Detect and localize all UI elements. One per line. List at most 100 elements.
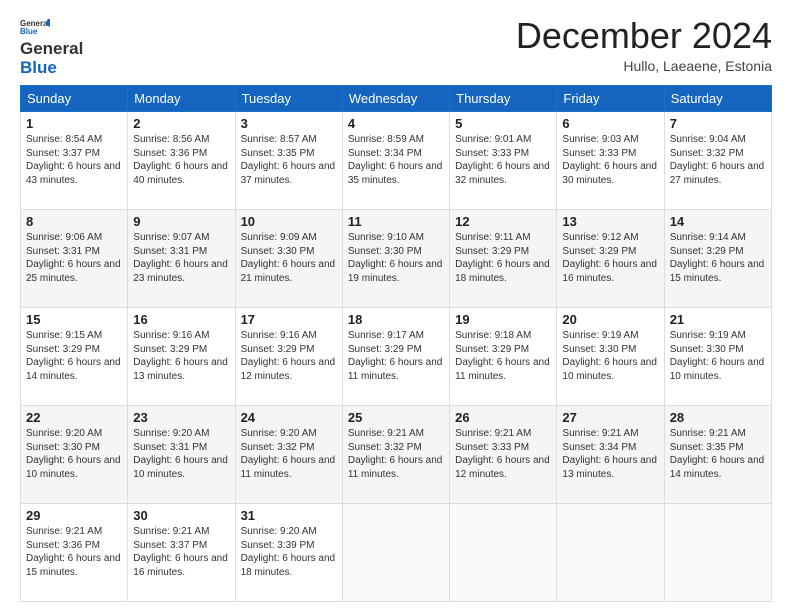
table-row: 21 Sunrise: 9:19 AMSunset: 3:30 PMDayligh… [664,308,771,406]
day-info: Sunrise: 9:16 AMSunset: 3:29 PMDaylight:… [133,329,229,383]
day-number: 17 [241,312,337,327]
calendar-week-4: 22 Sunrise: 9:20 AMSunset: 3:30 PMDayligh… [21,406,772,504]
day-info: Sunrise: 9:03 AMSunset: 3:33 PMDaylight:… [562,133,658,187]
day-info: Sunrise: 9:10 AMSunset: 3:30 PMDaylight:… [348,231,444,285]
day-number: 18 [348,312,444,327]
table-row: 8Sunrise: 9:06 AMSunset: 3:31 PMDaylight… [21,210,128,308]
location: Hullo, Laeaene, Estonia [516,58,772,74]
day-number: 9 [133,214,229,229]
day-number: 10 [241,214,337,229]
table-row [342,504,449,602]
day-info: Sunrise: 9:21 AMSunset: 3:34 PMDaylight:… [562,427,658,481]
day-info: Sunrise: 9:11 AMSunset: 3:29 PMDaylight:… [455,231,551,285]
day-info: Sunrise: 9:20 AMSunset: 3:31 PMDaylight:… [133,427,229,481]
logo-icon: General Blue [20,18,50,36]
table-row: 26Sunrise: 9:21 AMSunset: 3:33 PMDayligh… [450,406,557,504]
col-sunday: Sunday [21,86,128,112]
day-number: 3 [241,116,337,131]
day-number: 7 [670,116,766,131]
calendar-header-row: Sunday Monday Tuesday Wednesday Thursday… [21,86,772,112]
table-row: 1Sunrise: 8:54 AMSunset: 3:37 PMDaylight… [21,112,128,210]
day-number: 23 [133,410,229,425]
day-info: Sunrise: 9:14 AMSunset: 3:29 PMDaylight:… [670,231,766,285]
table-row: 19 Sunrise: 9:18 AMSunset: 3:29 PMDayligh… [450,308,557,406]
table-row: 7 Sunrise: 9:04 AMSunset: 3:32 PMDaylight… [664,112,771,210]
day-number: 21 [670,312,766,327]
day-info: Sunrise: 8:57 AMSunset: 3:35 PMDaylight:… [241,133,337,187]
col-monday: Monday [128,86,235,112]
svg-text:Blue: Blue [20,27,38,36]
header: General Blue General Blue December 2024 … [20,16,772,77]
page: General Blue General Blue December 2024 … [0,0,792,612]
table-row: 30 Sunrise: 9:21 AMSunset: 3:37 PMDayligh… [128,504,235,602]
table-row [450,504,557,602]
table-row: 17 Sunrise: 9:16 AMSunset: 3:29 PMDayligh… [235,308,342,406]
table-row: 23 Sunrise: 9:20 AMSunset: 3:31 PMDayligh… [128,406,235,504]
day-info: Sunrise: 9:21 AMSunset: 3:35 PMDaylight:… [670,427,766,481]
day-info: Sunrise: 9:17 AMSunset: 3:29 PMDaylight:… [348,329,444,383]
day-info: Sunrise: 9:20 AMSunset: 3:30 PMDaylight:… [26,427,122,481]
day-number: 1 [26,116,122,131]
day-info: Sunrise: 8:56 AMSunset: 3:36 PMDaylight:… [133,133,229,187]
calendar-week-5: 29 Sunrise: 9:21 AMSunset: 3:36 PMDayligh… [21,504,772,602]
day-number: 15 [26,312,122,327]
table-row: 10Sunrise: 9:09 AMSunset: 3:30 PMDayligh… [235,210,342,308]
day-number: 12 [455,214,551,229]
day-info: Sunrise: 9:04 AMSunset: 3:32 PMDaylight:… [670,133,766,187]
day-number: 27 [562,410,658,425]
logo-general: General [20,39,83,58]
table-row: 24 Sunrise: 9:20 AMSunset: 3:32 PMDayligh… [235,406,342,504]
day-number: 30 [133,508,229,523]
day-info: Sunrise: 9:21 AMSunset: 3:32 PMDaylight:… [348,427,444,481]
logo: General Blue General Blue [20,16,83,77]
day-info: Sunrise: 9:18 AMSunset: 3:29 PMDaylight:… [455,329,551,383]
table-row: 20 Sunrise: 9:19 AMSunset: 3:30 PMDayligh… [557,308,664,406]
day-info: Sunrise: 9:21 AMSunset: 3:36 PMDaylight:… [26,525,122,579]
calendar-week-1: 1Sunrise: 8:54 AMSunset: 3:37 PMDaylight… [21,112,772,210]
day-number: 29 [26,508,122,523]
day-number: 25 [348,410,444,425]
col-tuesday: Tuesday [235,86,342,112]
calendar-table: Sunday Monday Tuesday Wednesday Thursday… [20,85,772,602]
month-title: December 2024 [516,16,772,56]
day-number: 13 [562,214,658,229]
day-info: Sunrise: 9:20 AMSunset: 3:32 PMDaylight:… [241,427,337,481]
day-number: 11 [348,214,444,229]
day-info: Sunrise: 9:19 AMSunset: 3:30 PMDaylight:… [670,329,766,383]
table-row: 27 Sunrise: 9:21 AMSunset: 3:34 PMDayligh… [557,406,664,504]
table-row: 22 Sunrise: 9:20 AMSunset: 3:30 PMDayligh… [21,406,128,504]
table-row: 18 Sunrise: 9:17 AMSunset: 3:29 PMDayligh… [342,308,449,406]
day-number: 5 [455,116,551,131]
table-row: 14Sunrise: 9:14 AMSunset: 3:29 PMDayligh… [664,210,771,308]
day-info: Sunrise: 9:07 AMSunset: 3:31 PMDaylight:… [133,231,229,285]
day-info: Sunrise: 9:19 AMSunset: 3:30 PMDaylight:… [562,329,658,383]
day-number: 24 [241,410,337,425]
col-friday: Friday [557,86,664,112]
day-info: Sunrise: 9:21 AMSunset: 3:37 PMDaylight:… [133,525,229,579]
table-row: 31Sunrise: 9:20 AMSunset: 3:39 PMDayligh… [235,504,342,602]
table-row: 28 Sunrise: 9:21 AMSunset: 3:35 PMDayligh… [664,406,771,504]
day-info: Sunrise: 9:01 AMSunset: 3:33 PMDaylight:… [455,133,551,187]
calendar-week-3: 15 Sunrise: 9:15 AMSunset: 3:29 PMDayligh… [21,308,772,406]
calendar-week-2: 8Sunrise: 9:06 AMSunset: 3:31 PMDaylight… [21,210,772,308]
table-row: 4 Sunrise: 8:59 AMSunset: 3:34 PMDaylight… [342,112,449,210]
table-row: 16Sunrise: 9:16 AMSunset: 3:29 PMDayligh… [128,308,235,406]
day-number: 20 [562,312,658,327]
table-row: 11 Sunrise: 9:10 AMSunset: 3:30 PMDayligh… [342,210,449,308]
table-row: 29 Sunrise: 9:21 AMSunset: 3:36 PMDayligh… [21,504,128,602]
day-info: Sunrise: 9:06 AMSunset: 3:31 PMDaylight:… [26,231,122,285]
day-number: 28 [670,410,766,425]
day-info: Sunrise: 9:21 AMSunset: 3:33 PMDaylight:… [455,427,551,481]
day-number: 31 [241,508,337,523]
day-number: 22 [26,410,122,425]
table-row: 9 Sunrise: 9:07 AMSunset: 3:31 PMDaylight… [128,210,235,308]
day-number: 19 [455,312,551,327]
day-info: Sunrise: 8:59 AMSunset: 3:34 PMDaylight:… [348,133,444,187]
day-number: 6 [562,116,658,131]
table-row: 13Sunrise: 9:12 AMSunset: 3:29 PMDayligh… [557,210,664,308]
day-number: 4 [348,116,444,131]
table-row: 3 Sunrise: 8:57 AMSunset: 3:35 PMDaylight… [235,112,342,210]
day-info: Sunrise: 9:15 AMSunset: 3:29 PMDaylight:… [26,329,122,383]
table-row: 6 Sunrise: 9:03 AMSunset: 3:33 PMDaylight… [557,112,664,210]
day-info: Sunrise: 9:16 AMSunset: 3:29 PMDaylight:… [241,329,337,383]
